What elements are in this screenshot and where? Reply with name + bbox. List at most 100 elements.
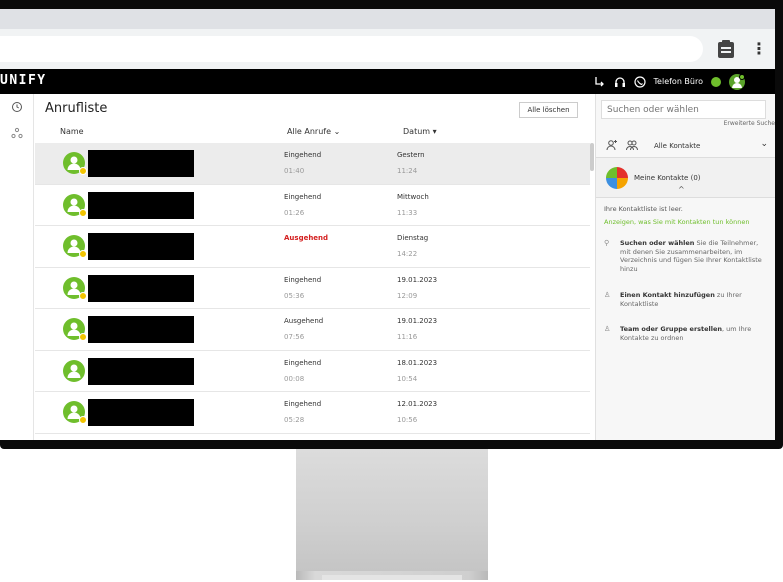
contacts-toolbar: Alle Kontakte ⌄	[596, 134, 775, 158]
presence-status-icon[interactable]	[711, 76, 721, 87]
contacts-panel: Erweiterte Suche Alle Kontakte ⌄ Meine K…	[595, 94, 775, 440]
create-group-icon: ♙	[604, 325, 611, 333]
app-header: UNIFY Telefon Büro	[0, 69, 775, 94]
phone-device-label[interactable]: Telefon Büro	[654, 77, 703, 86]
call-duration: 05:36	[284, 291, 305, 300]
call-duration: 07:56	[284, 333, 305, 341]
browser-tab-strip	[0, 9, 775, 29]
tip-search: ⚲ Suchen oder wählen Sie die Teilnehmer,…	[604, 239, 769, 273]
call-day: Mittwoch	[397, 192, 429, 201]
call-row[interactable]: Eingehend 01:26 Mittwoch 11:33	[35, 185, 590, 226]
call-filter-dropdown[interactable]: Alle Anrufe ⌄	[287, 127, 340, 136]
call-day: Dienstag	[397, 234, 429, 242]
call-day: Gestern	[397, 151, 425, 159]
presence-badge-icon	[79, 167, 87, 175]
presence-badge-icon	[79, 208, 87, 217]
contact-avatar-icon	[63, 193, 87, 217]
call-direction: Eingehend	[284, 400, 322, 408]
team-icon[interactable]	[11, 127, 23, 139]
browser-menu-icon[interactable]: ⋮	[751, 38, 767, 60]
redacted-name	[88, 150, 194, 177]
contacts-group-icon	[606, 167, 628, 189]
redacted-name	[88, 316, 194, 343]
contacts-filter-label[interactable]: Alle Kontakte	[654, 142, 700, 150]
call-direction: Eingehend	[284, 358, 322, 367]
empty-list-text: Ihre Kontaktliste ist leer.	[604, 205, 683, 213]
add-contact-icon: ♙	[604, 291, 611, 299]
tip-title: Suchen oder wählen	[620, 239, 695, 247]
call-filter-label: Alle Anrufe	[287, 127, 332, 136]
screen: ⋮ UNIFY Telefon Büro Anrufliste Alle lös…	[0, 9, 775, 440]
page-title: Anrufliste	[45, 101, 108, 116]
column-header-date[interactable]: Datum ▾	[403, 127, 437, 136]
call-list: Eingehend 01:40 Gestern 11:24 Eingehend …	[35, 143, 590, 434]
clipboard-extension-icon[interactable]	[717, 39, 735, 59]
unify-logo: UNIFY	[0, 73, 47, 88]
create-group-icon[interactable]	[626, 139, 640, 154]
redacted-name	[88, 191, 194, 219]
call-row[interactable]: Eingehend 00:08 18.01.2023 10:54	[35, 351, 590, 392]
headset-icon[interactable]	[614, 76, 626, 88]
call-row[interactable]: Eingehend 05:28 12.01.2023 10:56	[35, 392, 590, 434]
call-time: 10:56	[397, 416, 418, 424]
user-avatar[interactable]	[729, 73, 745, 90]
tip-add-contact: ♙ Einen Kontakt hinzufügen zu Ihrer Kont…	[604, 291, 769, 308]
call-row[interactable]: Ausgehend 07:56 19.01.2023 11:16	[35, 309, 590, 351]
scrollbar[interactable]	[590, 143, 594, 171]
presence-badge-icon	[79, 333, 87, 341]
add-contact-icon[interactable]	[606, 139, 618, 154]
tip-title: Team oder Gruppe erstellen	[620, 325, 723, 333]
monitor-frame: ⋮ UNIFY Telefon Büro Anrufliste Alle lös…	[0, 0, 783, 449]
transfer-icon[interactable]	[594, 76, 606, 88]
redacted-name	[88, 399, 194, 426]
search-icon: ⚲	[604, 239, 610, 247]
call-direction: Eingehend	[284, 275, 322, 284]
stand-shadow	[322, 575, 462, 580]
search-input[interactable]	[601, 100, 766, 119]
tip-create-group: ♙ Team oder Gruppe erstellen, um Ihre Ko…	[604, 325, 769, 342]
call-day: 18.01.2023	[397, 358, 438, 367]
chevron-up-icon[interactable]: ^	[678, 185, 685, 194]
header-actions: Telefon Büro	[594, 69, 745, 94]
call-list-panel: Anrufliste Alle löschen Name Alle Anrufe…	[35, 94, 595, 440]
contact-avatar-icon	[63, 235, 87, 258]
advanced-search-link[interactable]: Erweiterte Suche	[724, 120, 775, 127]
call-time: 11:33	[397, 208, 418, 217]
redacted-name	[88, 357, 194, 385]
date-header-label: Datum	[403, 127, 431, 136]
sort-down-icon: ▾	[432, 127, 437, 136]
browser-toolbar: ⋮	[0, 29, 775, 69]
call-duration: 05:28	[284, 416, 305, 424]
redacted-name	[88, 233, 194, 260]
history-clock-icon[interactable]	[11, 101, 23, 113]
show-contact-actions-link[interactable]: Anzeigen, was Sie mit Kontakten tun könn…	[604, 218, 769, 226]
call-time: 14:22	[397, 250, 418, 258]
call-row[interactable]: Ausgehend Dienstag 14:22	[35, 226, 590, 268]
call-row[interactable]: Eingehend 01:40 Gestern 11:24	[35, 143, 590, 185]
call-day: 12.01.2023	[397, 400, 438, 408]
contact-avatar-icon	[63, 276, 87, 300]
presence-badge-icon	[79, 250, 87, 258]
call-direction: Eingehend	[284, 192, 322, 201]
presence-badge-icon	[79, 416, 87, 424]
column-header-name[interactable]: Name	[60, 127, 84, 136]
left-nav-rail	[0, 94, 34, 440]
call-duration: 01:40	[284, 167, 305, 175]
call-time: 11:24	[397, 167, 418, 175]
call-row[interactable]: Eingehend 05:36 19.01.2023 12:09	[35, 268, 590, 309]
chevron-down-icon[interactable]: ⌄	[760, 139, 768, 149]
contact-avatar-icon	[63, 401, 87, 424]
call-duration: 00:08	[284, 374, 305, 383]
contact-avatar-icon	[63, 318, 87, 341]
contact-avatar-icon	[63, 152, 87, 175]
call-direction: Ausgehend	[284, 234, 329, 242]
call-direction: Eingehend	[284, 151, 322, 159]
call-day: 19.01.2023	[397, 317, 438, 325]
presence-badge-icon	[79, 291, 87, 300]
call-time: 11:16	[397, 333, 418, 341]
desk-phone-icon[interactable]	[633, 75, 646, 88]
address-bar[interactable]	[0, 36, 703, 62]
clear-all-button[interactable]: Alle löschen	[519, 102, 578, 118]
my-contacts-section[interactable]: Meine Kontakte (0) ^	[596, 158, 775, 198]
call-time: 10:54	[397, 374, 418, 383]
